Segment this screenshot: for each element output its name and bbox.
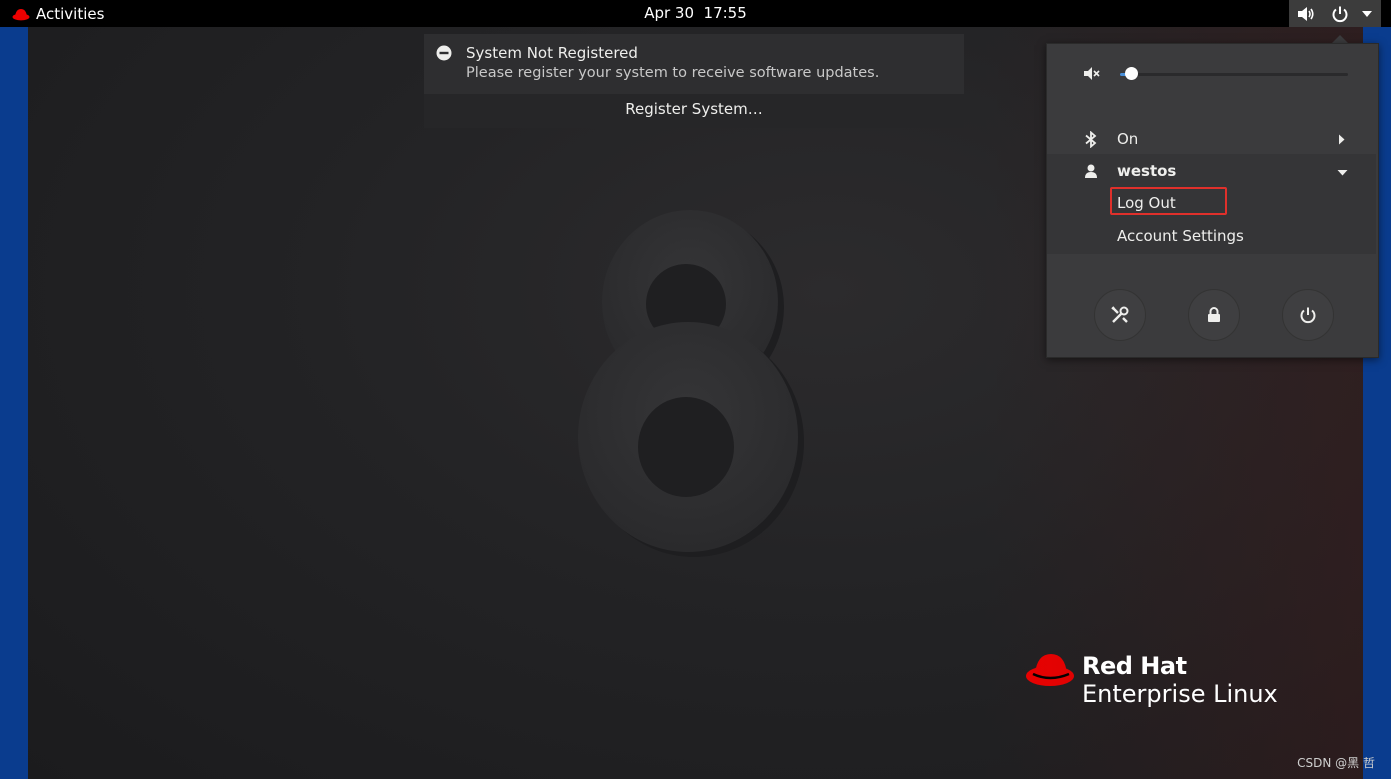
brand-line2: Enterprise Linux	[1082, 680, 1278, 708]
lock-button[interactable]	[1188, 289, 1240, 341]
account-settings-item[interactable]: Account Settings	[1117, 227, 1244, 245]
bluetooth-status: On	[1117, 130, 1139, 148]
user-icon	[1085, 164, 1097, 178]
notification-banner[interactable]: System Not Registered Please register yo…	[424, 34, 964, 95]
rhel8-wallpaper-icon	[578, 210, 804, 557]
lock-icon	[1208, 307, 1220, 322]
screen-border-left	[0, 27, 28, 779]
volume-icon	[1298, 6, 1314, 21]
clock: Apr 30 17:55	[0, 0, 1391, 27]
system-menu-button[interactable]	[1289, 0, 1381, 27]
notification-title: System Not Registered	[466, 44, 638, 62]
register-system-button[interactable]: Register System…	[424, 100, 964, 118]
top-bar: Activities Apr 30 17:55	[0, 0, 1391, 27]
power-off-button[interactable]	[1282, 289, 1334, 341]
power-icon	[1300, 307, 1316, 324]
activities-button[interactable]: Activities	[12, 0, 104, 27]
chevron-right-icon	[1339, 134, 1345, 145]
power-icon	[1332, 6, 1348, 22]
activities-label: Activities	[36, 4, 105, 23]
bluetooth-icon	[1085, 131, 1097, 148]
watermark: CSDN @黑 哲	[1297, 756, 1375, 770]
status-area[interactable]	[1289, 0, 1381, 27]
chevron-down-icon	[1337, 170, 1348, 176]
user-row[interactable]: westos	[1047, 157, 1376, 187]
user-name: westos	[1117, 162, 1177, 180]
settings-icon	[1111, 306, 1129, 323]
notification-actions: Register System…	[424, 94, 964, 128]
notification-body: Please register your system to receive s…	[466, 65, 880, 81]
chevron-down-icon	[1362, 10, 1372, 17]
brand-line1: Red Hat	[1082, 652, 1187, 680]
redhat-icon	[12, 8, 30, 20]
volume-slider-handle[interactable]	[1125, 67, 1138, 80]
settings-button[interactable]	[1094, 289, 1146, 341]
no-entry-icon	[436, 45, 452, 61]
volume-low-icon	[1084, 67, 1100, 80]
clock-label[interactable]: Apr 30 17:55	[644, 4, 747, 22]
volume-slider[interactable]	[1120, 73, 1348, 76]
bluetooth-row[interactable]: On	[1047, 124, 1376, 154]
highlight-box	[1110, 187, 1227, 215]
